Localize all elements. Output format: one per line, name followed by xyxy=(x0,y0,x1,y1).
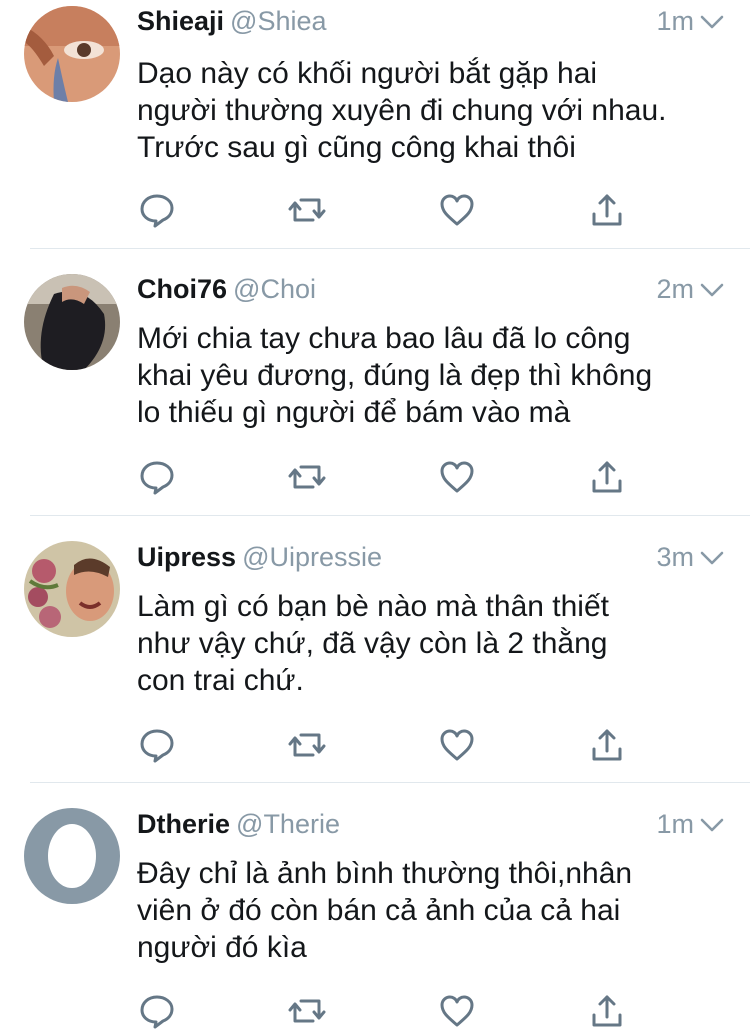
display-name[interactable]: Dtherie @Therie xyxy=(137,809,340,840)
retweet-icon xyxy=(288,999,326,1023)
heart-icon xyxy=(440,729,474,761)
heart-icon xyxy=(440,461,474,493)
tweet-text-line: khai yêu đương, đúng là đẹp thì không xyxy=(137,359,653,392)
retweet-button[interactable] xyxy=(287,991,327,1031)
retweet-button[interactable] xyxy=(287,457,327,497)
reply-button[interactable] xyxy=(137,725,177,765)
tweet-actions xyxy=(137,190,637,230)
timestamp[interactable]: 1m xyxy=(656,6,694,37)
tweet[interactable]: Choi76 @Choi 2m Mới chia tay chưa bao lâu… xyxy=(0,268,750,516)
avatar[interactable] xyxy=(24,808,120,904)
share-icon xyxy=(592,461,622,493)
heart-icon xyxy=(440,194,474,226)
chevron-down-icon[interactable] xyxy=(700,550,724,566)
avatar-image xyxy=(24,541,120,637)
tweet-actions xyxy=(137,457,637,497)
tweet-text-line: con trai chứ. xyxy=(137,664,304,697)
tweet-actions xyxy=(137,725,637,765)
chevron-down-icon[interactable] xyxy=(700,14,724,30)
timestamp[interactable]: 3m xyxy=(656,542,694,573)
tweet-actions xyxy=(137,991,637,1031)
user-handle[interactable]: @Choi xyxy=(233,274,316,304)
timestamp[interactable]: 2m xyxy=(656,274,694,305)
tweet-header: Choi76 @Choi 2m xyxy=(137,270,726,310)
avatar-image xyxy=(24,274,120,370)
chevron-down-icon[interactable] xyxy=(700,817,724,833)
tweet-text-line: viên ở đó còn bán cả ảnh của cả hai xyxy=(137,894,621,927)
tweet-text-line: Làm gì có bạn bè nào mà thân thiết xyxy=(137,590,609,623)
share-icon xyxy=(592,995,622,1027)
reply-icon xyxy=(140,729,174,763)
tweet[interactable]: Uipress @Uipressie 3m Làm gì có bạn bè nà… xyxy=(0,536,750,784)
retweet-icon xyxy=(288,465,326,489)
tweet-header: Shieaji @Shiea 1m xyxy=(137,2,726,42)
tweet-text-line: người đó kìa xyxy=(137,931,307,964)
tweet-header: Uipress @Uipressie 3m xyxy=(137,538,726,578)
retweet-button[interactable] xyxy=(287,725,327,765)
reply-icon xyxy=(140,461,174,495)
tweet-text-line: như vậy chứ, đã vậy còn là 2 thằng xyxy=(137,627,608,660)
like-button[interactable] xyxy=(437,991,477,1031)
share-icon xyxy=(592,729,622,761)
display-name[interactable]: Choi76 @Choi xyxy=(137,274,316,305)
reply-icon xyxy=(140,995,174,1029)
retweet-icon xyxy=(288,733,326,757)
tweet[interactable]: Shieaji @Shiea 1m Dạo này có khối người b… xyxy=(0,0,750,248)
share-button[interactable] xyxy=(587,190,627,230)
avatar[interactable] xyxy=(24,274,120,370)
share-button[interactable] xyxy=(587,457,627,497)
user-handle[interactable]: @Uipressie xyxy=(242,542,382,572)
default-avatar-icon xyxy=(24,808,120,904)
reply-button[interactable] xyxy=(137,190,177,230)
tweet-text-line: người thường xuyên đi chung với nhau. xyxy=(137,94,667,127)
tweet-text: Dạo này có khối người bắt gặp hai người … xyxy=(137,55,737,166)
tweet[interactable]: Dtherie @Therie 1m Đây chỉ là ảnh bình th… xyxy=(0,803,750,1029)
tweet-text-line: Đây chỉ là ảnh bình thường thôi,nhân xyxy=(137,857,633,890)
tweet-header: Dtherie @Therie 1m xyxy=(137,805,726,845)
tweet-text: Làm gì có bạn bè nào mà thân thiết như v… xyxy=(137,588,737,699)
avatar-image xyxy=(24,6,120,102)
heart-icon xyxy=(440,995,474,1027)
reply-button[interactable] xyxy=(137,457,177,497)
like-button[interactable] xyxy=(437,457,477,497)
tweet-text: Mới chia tay chưa bao lâu đã lo công kha… xyxy=(137,320,737,431)
tweet-text-line: Dạo này có khối người bắt gặp hai xyxy=(137,57,598,90)
timestamp[interactable]: 1m xyxy=(656,809,694,840)
divider xyxy=(30,782,750,783)
display-name[interactable]: Shieaji @Shiea xyxy=(137,6,327,37)
user-handle[interactable]: @Therie xyxy=(236,809,340,839)
avatar[interactable] xyxy=(24,6,120,102)
avatar[interactable] xyxy=(24,541,120,637)
like-button[interactable] xyxy=(437,190,477,230)
display-name[interactable]: Uipress @Uipressie xyxy=(137,542,382,573)
user-handle[interactable]: @Shiea xyxy=(230,6,326,36)
like-button[interactable] xyxy=(437,725,477,765)
reply-icon xyxy=(140,194,174,228)
tweet-text-line: lo thiếu gì người để bám vào mà xyxy=(137,396,571,429)
retweet-icon xyxy=(288,198,326,222)
chevron-down-icon[interactable] xyxy=(700,282,724,298)
reply-button[interactable] xyxy=(137,991,177,1031)
tweet-text: Đây chỉ là ảnh bình thường thôi,nhân viê… xyxy=(137,855,737,966)
share-button[interactable] xyxy=(587,991,627,1031)
retweet-button[interactable] xyxy=(287,190,327,230)
divider xyxy=(30,515,750,516)
tweet-text-line: Mới chia tay chưa bao lâu đã lo công xyxy=(137,322,631,355)
tweet-text-line: Trước sau gì cũng công khai thôi xyxy=(137,131,576,164)
share-button[interactable] xyxy=(587,725,627,765)
share-icon xyxy=(592,194,622,226)
tweet-timeline: Shieaji @Shiea 1m Dạo này có khối người b… xyxy=(0,0,750,1029)
divider xyxy=(30,248,750,249)
